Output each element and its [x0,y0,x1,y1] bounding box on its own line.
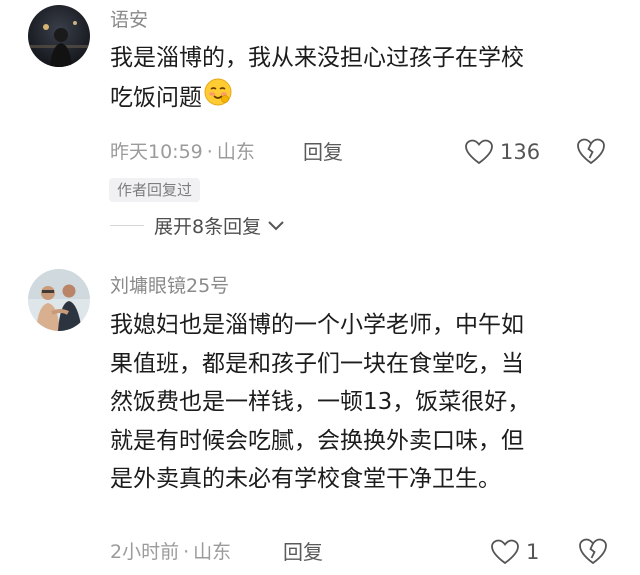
comment-time: 昨天10:59 [110,141,203,163]
author-replied-badge: 作者回复过 [109,178,201,202]
comment-text: 我媳妇也是淄博的一个小学老师，中午如 果值班，都是和孩子们一块在食堂吃，当 然饭… [110,306,610,499]
avatar[interactable] [28,5,90,67]
heart-outline-icon [491,539,519,565]
dislike-button[interactable] [578,537,608,569]
username[interactable]: 刘墉眼镜25号 [110,274,229,298]
expand-replies-button[interactable]: 展开8条回复 [110,212,285,239]
comment-text: 我是淄博的，我从来没担心过孩子在学校 吃饭问题 [110,39,610,118]
comment-line-with-emoji: 吃饭问题 [110,78,610,119]
like-count: 136 [500,140,541,164]
like-button[interactable]: 1 [490,539,539,565]
broken-heart-icon [579,538,607,565]
comment-time: 2小时前 [110,541,180,563]
like-button[interactable]: 136 [464,139,540,165]
reply-button[interactable]: 回复 [283,540,323,564]
comment-line: 就是有时候会吃腻，会换换外卖口味，但 [110,427,524,454]
heart-outline-icon [465,139,493,165]
comment-line: 是外卖真的未必有学校食堂干净卫生。 [110,466,501,492]
meta-separator: · [183,541,190,563]
like-count: 1 [526,540,540,564]
username[interactable]: 语安 [110,8,148,32]
meta-separator: · [206,141,213,163]
comment-location: 山东 [216,141,255,163]
broken-heart-icon [577,138,605,165]
reply-button[interactable]: 回复 [303,140,343,164]
comment-line: 我是淄博的，我从来没担心过孩子在学校 [110,45,524,71]
comment-meta: 昨天10:59 · 山东 [110,140,255,164]
comment-line: 吃饭问题 [110,84,202,111]
comment-item: 语安 我是淄博的，我从来没担心过孩子在学校 吃饭问题 昨天10:59 · 山东 回复… [0,0,640,250]
blush-smile-emoji-icon [204,78,232,119]
comment-meta: 2小时前 · 山东 [110,540,231,564]
comment-line: 然饭费也是一样钱，一顿13，饭菜很好， [110,389,531,415]
comment-location: 山东 [193,541,232,563]
dislike-button[interactable] [576,137,606,169]
expand-divider [110,225,144,226]
avatar[interactable] [28,269,90,331]
comment-line: 我媳妇也是淄博的一个小学老师，中午如 [110,312,524,338]
comment-line: 果值班，都是和孩子们一块在食堂吃，当 [110,350,524,377]
expand-replies-label: 展开8条回复 [154,216,262,238]
chevron-down-icon [268,220,284,230]
comment-item: 刘墉眼镜25号 我媳妇也是淄博的一个小学老师，中午如 果值班，都是和孩子们一块在… [0,260,640,575]
